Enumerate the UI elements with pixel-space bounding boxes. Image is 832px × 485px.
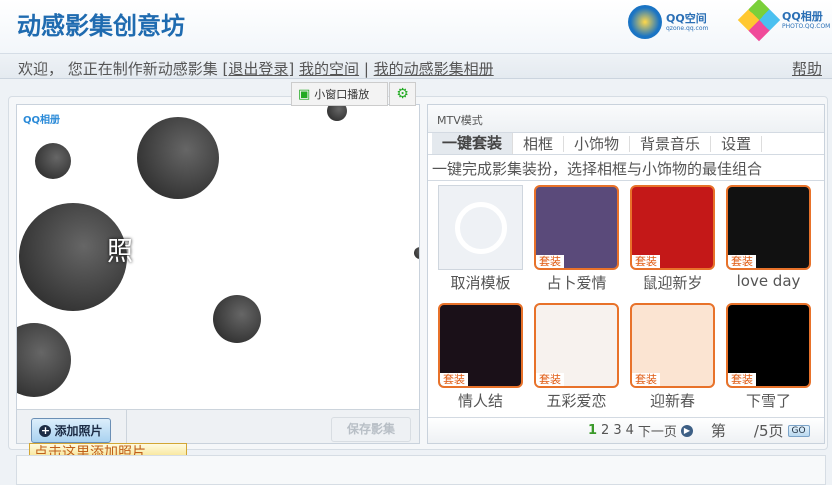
template-item[interactable]: 套装 love day [726, 185, 811, 293]
template-label: 迎新春 [649, 392, 695, 410]
page-4[interactable]: 4 [626, 423, 634, 438]
template-label: 下雪了 [745, 392, 791, 410]
preview-text: 照 [107, 237, 134, 267]
bubble [327, 105, 347, 121]
suite-badge: 套装 [728, 373, 756, 386]
template-thumbnail[interactable]: 套装 [726, 185, 811, 270]
suite-badge: 套装 [536, 373, 564, 386]
template-thumbnail[interactable]: 套装 [726, 303, 811, 388]
template-item[interactable]: 套装迎新春 [630, 303, 715, 411]
qq-album-brand: QQ相册 [23, 115, 61, 126]
logout-link[interactable]: 退出登录 [228, 60, 288, 78]
page-1[interactable]: 1 [588, 423, 597, 438]
tab-ornament[interactable]: 小饰物 [564, 135, 631, 152]
template-label: 五彩爱恋 [546, 392, 607, 410]
gear-icon: ⚙ [396, 86, 409, 102]
qzone-label: QQ空间 [666, 11, 707, 25]
photo-url: PHOTO.QQ.COM [782, 22, 831, 30]
photo-label: QQ相册 [782, 9, 823, 23]
template-grid: 取消模板 套装 占卜爱情 套装 鼠迎新岁 套装 love day 套装 情人结 套装 五彩爱恋 套装迎… [438, 185, 811, 411]
help-link[interactable]: 帮助 [792, 58, 822, 79]
my-space-link[interactable]: 我的空间 [299, 60, 359, 78]
template-item[interactable]: 取消模板 [438, 185, 523, 293]
page-suffix: /5页 [753, 422, 784, 440]
plus-circle-icon: + [39, 423, 52, 437]
panel-description: 一键完成影集装扮，选择相框与小饰物的最佳组合 [428, 155, 824, 181]
header: 动感影集创意坊 QQ空间 qzone.qq.com QQ相册 PHOTO.QQ.CO… [0, 0, 832, 54]
template-item[interactable]: 套装五彩爱恋 [534, 303, 619, 411]
preview-panel: QQ相册 照 + 添加照片 保存影集 [16, 104, 420, 444]
divider [126, 410, 127, 444]
welcome-text: 欢迎， 您正在制作新动感影集 [18, 60, 223, 78]
bottom-panel [16, 455, 826, 485]
bubble [414, 247, 419, 259]
tab-music[interactable]: 背景音乐 [630, 135, 712, 152]
save-album-button[interactable]: 保存影集 [331, 417, 411, 442]
mini-player-button[interactable]: ▣ 小窗口播放 [291, 82, 388, 106]
template-label: 鼠迎新岁 [642, 274, 703, 292]
template-item[interactable]: 套装占卜爱情 [534, 185, 619, 293]
panel-title: MTV模式 [428, 105, 824, 132]
tab-bar: 一键套装 相框 小饰物 背景音乐 设置 [428, 132, 824, 155]
template-item[interactable]: 套装鼠迎新岁 [630, 185, 715, 293]
qzone-logo[interactable]: QQ空间 qzone.qq.com [628, 5, 708, 39]
bubble [213, 295, 261, 343]
template-thumbnail[interactable]: 套装 [534, 303, 619, 388]
preview-stage: QQ相册 照 [17, 105, 419, 409]
bubble [17, 323, 71, 397]
template-thumbnail[interactable]: 套装 [630, 185, 715, 270]
add-photo-label: 添加照片 [54, 424, 103, 438]
tab-one-click[interactable]: 一键套装 [432, 133, 514, 154]
page-prefix: 第 [710, 422, 726, 440]
template-label: love day [736, 272, 801, 290]
nav-bar: 欢迎， 您正在制作新动感影集 [退出登录] 我的空间 | 我的动感影集相册 帮助 [0, 53, 832, 79]
tab-settings[interactable]: 设置 [711, 135, 763, 152]
suite-badge: 套装 [632, 255, 660, 268]
suite-badge: 套装 [728, 255, 756, 268]
photo-diamond-icon [737, 0, 781, 42]
my-albums-link[interactable]: 我的动感影集相册 [374, 60, 494, 78]
preview-toolbar: + 添加照片 保存影集 [17, 409, 419, 444]
go-button[interactable]: GO [787, 424, 810, 437]
settings-gear-button[interactable]: ⚙ [389, 82, 416, 106]
no-entry-icon [455, 202, 507, 254]
template-label: 占卜爱情 [546, 274, 607, 292]
bubble [137, 117, 219, 199]
add-photo-button[interactable]: + 添加照片 [31, 418, 111, 443]
qzone-url: qzone.qq.com [666, 24, 709, 32]
pager: 1 2 3 4 下一页 ▶ 第 /5页 GO [428, 417, 824, 443]
template-item[interactable]: 套装情人结 [438, 303, 523, 411]
app-title: 动感影集创意坊 [17, 12, 185, 40]
template-item[interactable]: 套装下雪了 [726, 303, 811, 411]
template-thumbnail[interactable]: 套装 [438, 303, 523, 388]
bubble [35, 143, 71, 179]
template-thumbnail[interactable]: 套装 [630, 303, 715, 388]
tab-frame[interactable]: 相框 [513, 135, 565, 152]
suite-badge: 套装 [536, 255, 564, 268]
suite-badge: 套装 [440, 373, 468, 386]
template-thumbnail[interactable] [438, 185, 523, 270]
photo-logo[interactable]: QQ相册 PHOTO.QQ.COM [737, 0, 831, 42]
qzone-star-icon [628, 5, 662, 39]
next-page-link[interactable]: 下一页 [638, 421, 677, 440]
page-3[interactable]: 3 [613, 423, 621, 438]
mini-player-label: 小窗口播放 [314, 88, 370, 101]
page-2[interactable]: 2 [601, 423, 609, 438]
template-label: 取消模板 [450, 274, 511, 292]
template-label: 情人结 [457, 392, 503, 410]
mtv-panel: MTV模式 一键套装 相框 小饰物 背景音乐 设置 一键完成影集装扮，选择相框与… [427, 104, 825, 444]
suite-badge: 套装 [632, 373, 660, 386]
template-thumbnail[interactable]: 套装 [534, 185, 619, 270]
next-arrow-icon[interactable]: ▶ [680, 424, 693, 437]
tv-icon: ▣ [298, 86, 311, 102]
